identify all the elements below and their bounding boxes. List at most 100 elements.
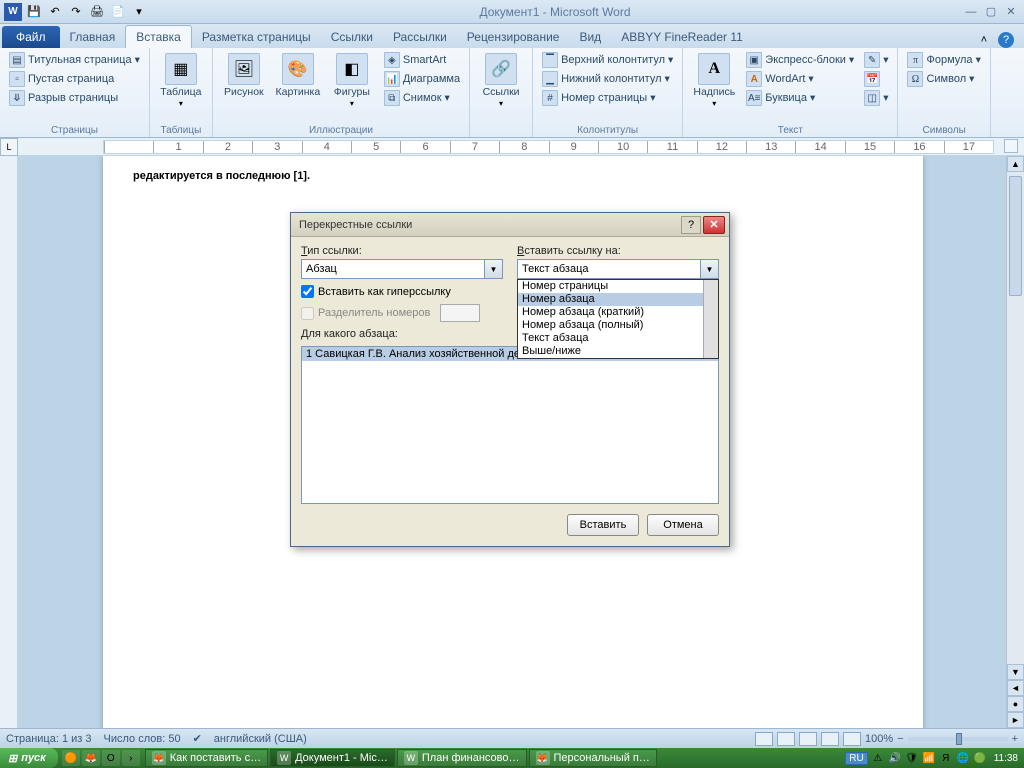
tab-review[interactable]: Рецензирование	[457, 26, 570, 48]
symbol-button[interactable]: ΩСимвол ▾	[904, 70, 983, 88]
scroll-thumb[interactable]	[1009, 176, 1022, 296]
cover-page-button[interactable]: ▤Титульная страница ▾	[6, 51, 143, 69]
header-button[interactable]: ▔Верхний колонтитул ▾	[539, 51, 676, 69]
next-page-icon[interactable]: ►	[1007, 712, 1024, 728]
insert-as-combo[interactable]: ▼	[517, 259, 719, 279]
scroll-up-icon[interactable]: ▲	[1007, 156, 1024, 172]
cancel-button[interactable]: Отмена	[647, 514, 719, 536]
dropdown-option[interactable]: Выше/ниже	[518, 345, 718, 358]
ql-icon[interactable]: O	[102, 750, 120, 766]
tab-abbyy[interactable]: ABBYY FineReader 11	[611, 26, 753, 48]
tab-mailings[interactable]: Рассылки	[383, 26, 457, 48]
smartart-button[interactable]: ◈SmartArt	[381, 51, 463, 69]
taskbar-task[interactable]: WДокумент1 - Mic…	[270, 749, 395, 767]
paragraph-listbox[interactable]: 1 Савицкая Г.В. Анализ хозяйственной де…	[301, 346, 719, 504]
dialog-titlebar[interactable]: Перекрестные ссылки ? ✕	[291, 213, 729, 237]
horizontal-ruler[interactable]: 1234567891011121314151617	[103, 140, 994, 154]
insert-button[interactable]: Вставить	[567, 514, 639, 536]
vertical-scrollbar[interactable]: ▲ ▼ ◄ ● ►	[1006, 156, 1024, 728]
signature-button[interactable]: ✎▾	[861, 51, 891, 69]
blank-page-button[interactable]: ▫Пустая страница	[6, 70, 143, 88]
picture-button[interactable]: 🖼Рисунок	[219, 51, 269, 123]
zoom-in-icon[interactable]: +	[1012, 733, 1018, 745]
zoom-out-icon[interactable]: −	[897, 733, 903, 745]
chart-button[interactable]: 📊Диаграмма	[381, 70, 463, 88]
page-status[interactable]: Страница: 1 из 3	[6, 733, 92, 745]
tab-page-layout[interactable]: Разметка страницы	[192, 26, 321, 48]
print-icon[interactable]: 🖨	[88, 3, 106, 21]
clipart-button[interactable]: 🎨Картинка	[273, 51, 323, 123]
links-button[interactable]: 🔗Ссылки▾	[476, 51, 526, 123]
tab-insert[interactable]: Вставка	[125, 25, 192, 48]
insert-as-dropdown[interactable]: Номер страницы Номер абзаца Номер абзаца…	[517, 279, 719, 359]
tab-selector[interactable]: L	[0, 138, 18, 156]
wordart-button[interactable]: AWordArt ▾	[743, 70, 857, 88]
web-view[interactable]	[799, 732, 817, 746]
redo-icon[interactable]: ↷	[67, 3, 85, 21]
dropdown-scrollbar[interactable]	[703, 280, 718, 358]
tray-icon[interactable]: 🛡	[905, 751, 919, 765]
tray-icon[interactable]: ⚠	[871, 751, 885, 765]
chevron-down-icon[interactable]: ▼	[701, 259, 719, 279]
dropdown-option[interactable]: Номер абзаца	[518, 293, 718, 306]
vertical-ruler[interactable]	[0, 156, 18, 728]
dialog-close-icon[interactable]: ✕	[703, 216, 725, 234]
chevron-down-icon[interactable]: ▼	[485, 259, 503, 279]
clock[interactable]: 11:38	[994, 753, 1018, 764]
draft-view[interactable]	[843, 732, 861, 746]
hyperlink-checkbox-row[interactable]: Вставить как гиперссылку	[301, 285, 503, 298]
dropdown-option[interactable]: Номер страницы	[518, 280, 718, 293]
scroll-down-icon[interactable]: ▼	[1007, 664, 1024, 680]
undo-icon[interactable]: ↶	[46, 3, 64, 21]
dropdown-option[interactable]: Номер абзаца (полный)	[518, 319, 718, 332]
tab-home[interactable]: Главная	[60, 26, 126, 48]
ql-icon[interactable]: 🦊	[82, 750, 100, 766]
file-tab[interactable]: Файл	[2, 26, 60, 48]
page-break-button[interactable]: ⤋Разрыв страницы	[6, 89, 143, 107]
dropcap-button[interactable]: A≡Буквица ▾	[743, 89, 857, 107]
zoom-slider[interactable]	[908, 737, 1008, 741]
help-icon[interactable]: ?	[998, 32, 1014, 48]
qat-more-icon[interactable]: ▾	[130, 3, 148, 21]
tray-icon[interactable]: 🌐	[956, 751, 970, 765]
type-input[interactable]	[301, 259, 485, 279]
word-count[interactable]: Число слов: 50	[104, 733, 181, 745]
fullscreen-view[interactable]	[777, 732, 795, 746]
type-combo[interactable]: ▼	[301, 259, 503, 279]
ql-icon[interactable]: ›	[122, 750, 140, 766]
print-layout-view[interactable]	[755, 732, 773, 746]
language-indicator[interactable]: RU	[845, 752, 867, 765]
table-button[interactable]: ▦Таблица▾	[156, 51, 206, 123]
new-icon[interactable]: 📄	[109, 3, 127, 21]
dialog-help-icon[interactable]: ?	[681, 216, 701, 234]
tray-icon[interactable]: Я	[939, 751, 953, 765]
proofing-icon[interactable]: ✔	[193, 732, 202, 745]
prev-page-icon[interactable]: ◄	[1007, 680, 1024, 696]
object-button[interactable]: ◫▾	[861, 89, 891, 107]
equation-button[interactable]: πФормула ▾	[904, 51, 983, 69]
outline-view[interactable]	[821, 732, 839, 746]
tray-icon[interactable]: 🟢	[973, 751, 987, 765]
zoom-knob[interactable]	[956, 733, 962, 745]
save-icon[interactable]: 💾	[25, 3, 43, 21]
close-icon[interactable]: ✕	[1002, 5, 1020, 19]
textbox-button[interactable]: AНадпись▾	[689, 51, 739, 123]
maximize-icon[interactable]: ▢	[982, 5, 1000, 19]
dropdown-option[interactable]: Текст абзаца	[518, 332, 718, 345]
browse-object-icon[interactable]: ●	[1007, 696, 1024, 712]
document-text[interactable]: редактируется в последнюю [1].	[133, 166, 893, 184]
start-button[interactable]: ⊞пуск	[0, 748, 58, 768]
taskbar-task[interactable]: 🦊Как поставить с…	[145, 749, 268, 767]
ql-icon[interactable]: 🟠	[62, 750, 80, 766]
page-number-button[interactable]: #Номер страницы ▾	[539, 89, 676, 107]
dropdown-option[interactable]: Номер абзаца (краткий)	[518, 306, 718, 319]
language-status[interactable]: английский (США)	[214, 733, 307, 745]
screenshot-button[interactable]: ⧉Снимок ▾	[381, 89, 463, 107]
tray-icon[interactable]: 📶	[922, 751, 936, 765]
ruler-toggle[interactable]	[1004, 139, 1018, 153]
hyperlink-checkbox[interactable]	[301, 285, 314, 298]
quickparts-button[interactable]: ▣Экспресс-блоки ▾	[743, 51, 857, 69]
shapes-button[interactable]: ◧Фигуры▾	[327, 51, 377, 123]
tray-icon[interactable]: 🔊	[888, 751, 902, 765]
minimize-ribbon-icon[interactable]: ˄	[976, 32, 992, 48]
